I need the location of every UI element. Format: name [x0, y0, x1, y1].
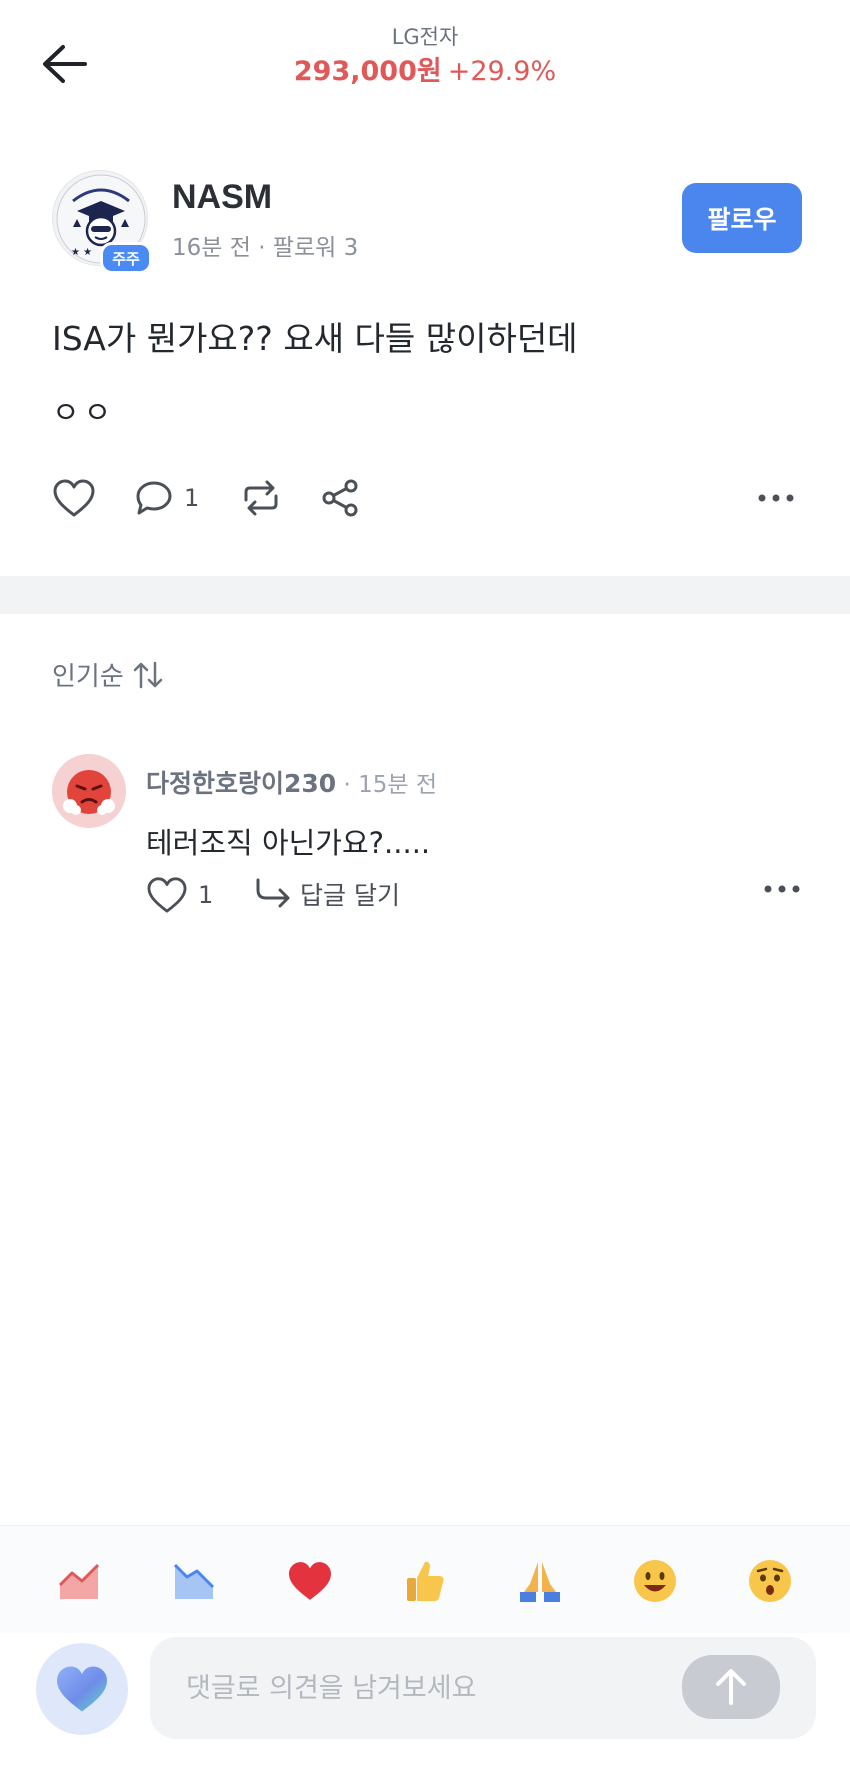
- more-horizontal-icon: [758, 494, 794, 502]
- heart-icon: [289, 1562, 331, 1600]
- reaction-worried[interactable]: [742, 1556, 798, 1606]
- post-body: ㅇㅇ: [52, 396, 116, 431]
- reaction-heart[interactable]: [282, 1556, 338, 1606]
- comment-item: 다정한호랑이230 · 15분 전 테러조직 아닌가요?..... 1 답글 달…: [52, 754, 802, 934]
- sort-toggle[interactable]: 인기순: [52, 656, 164, 693]
- heart-outline-icon: [53, 479, 95, 517]
- follow-button[interactable]: 팔로우: [682, 183, 802, 253]
- repost-button[interactable]: [238, 470, 284, 526]
- stock-price-row: 293,000원 +29.9%: [0, 52, 850, 92]
- post-actions: 1: [52, 470, 802, 530]
- sort-label: 인기순: [52, 662, 124, 692]
- like-button[interactable]: [52, 470, 96, 526]
- reply-arrow-icon: [256, 878, 290, 908]
- repost-icon: [244, 480, 278, 516]
- post-author: ★ ★ 주주 NASM 16분 전 · 팔로워 3 팔로우: [52, 170, 802, 280]
- angry-face-icon: [52, 754, 126, 828]
- comment-time: · 15분 전: [336, 772, 438, 798]
- reaction-bar: [0, 1525, 850, 1633]
- author-meta: 16분 전 · 팔로워 3: [172, 235, 359, 261]
- stock-info[interactable]: LG전자 293,000원 +29.9%: [0, 22, 850, 92]
- comment-count: 1: [184, 484, 200, 512]
- heart-reaction-button[interactable]: [36, 1643, 128, 1735]
- commenter-avatar[interactable]: [52, 754, 126, 828]
- comment-text: 테러조직 아닌가요?.....: [146, 826, 431, 860]
- author-name[interactable]: NASM: [172, 178, 272, 217]
- send-button[interactable]: [682, 1655, 780, 1719]
- arrow-up-icon: [716, 1669, 746, 1705]
- comment-more-button[interactable]: [762, 880, 802, 899]
- comment-actions: 1 답글 달기: [146, 876, 802, 926]
- top-bar: LG전자 293,000원 +29.9%: [0, 0, 850, 130]
- reaction-chart-up[interactable]: [52, 1556, 108, 1606]
- sort-arrows-icon: [133, 661, 163, 688]
- stock-change: +29.9%: [447, 56, 557, 87]
- share-button[interactable]: [320, 470, 360, 526]
- pray-icon: [520, 1562, 560, 1602]
- section-divider: [0, 576, 850, 614]
- comment-button[interactable]: 1: [134, 470, 199, 526]
- worried-icon: [749, 1560, 791, 1602]
- svg-text:★ ★: ★ ★: [71, 247, 92, 258]
- reaction-pray[interactable]: [512, 1556, 568, 1606]
- reaction-smile[interactable]: [627, 1556, 683, 1606]
- more-horizontal-icon: [764, 885, 800, 893]
- reply-button[interactable]: 답글 달기: [254, 876, 400, 912]
- thumbs-up-icon: [407, 1561, 444, 1601]
- commenter-nickname: 다정한호랑이230: [146, 769, 337, 798]
- reply-label: 답글 달기: [300, 881, 400, 910]
- gradient-heart-icon: [57, 1666, 107, 1712]
- reaction-thumbs-up[interactable]: [397, 1556, 453, 1606]
- comment-like-button[interactable]: 1: [146, 876, 213, 914]
- post-more-button[interactable]: [756, 470, 796, 526]
- stock-name: LG전자: [391, 25, 459, 49]
- commenter-name[interactable]: 다정한호랑이230 · 15분 전: [146, 764, 437, 800]
- chart-up-icon: [58, 1563, 100, 1599]
- share-icon: [322, 479, 358, 517]
- post-title: ISA가 뭔가요?? 요새 다들 많이하던데: [52, 319, 578, 358]
- reaction-chart-down[interactable]: [167, 1556, 223, 1606]
- smile-icon: [634, 1560, 676, 1602]
- chart-down-icon: [173, 1563, 215, 1599]
- stock-price: 293,000원: [293, 56, 442, 87]
- shareholder-badge: 주주: [100, 242, 152, 274]
- comment-like-count: 1: [198, 881, 214, 909]
- comment-composer: [0, 1633, 850, 1775]
- comment-bubble-icon: [136, 481, 172, 515]
- heart-outline-icon: [147, 877, 187, 913]
